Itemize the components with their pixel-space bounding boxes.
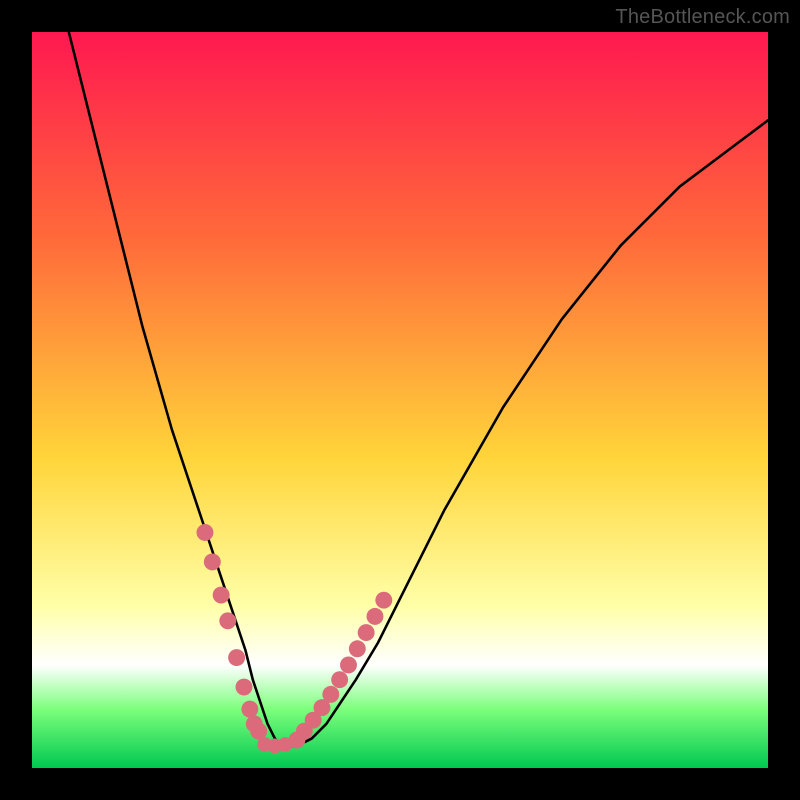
data-point: [228, 649, 245, 666]
data-point: [340, 656, 357, 673]
data-point: [349, 640, 366, 657]
data-point: [375, 592, 392, 609]
data-point: [213, 587, 230, 604]
chart-stage: TheBottleneck.com: [0, 0, 800, 800]
bottleneck-curve: [32, 32, 768, 768]
data-point: [331, 671, 348, 688]
watermark-text: TheBottleneck.com: [615, 6, 790, 29]
plot-area: [32, 32, 768, 768]
data-point: [322, 686, 339, 703]
data-point: [204, 553, 221, 570]
data-point: [367, 608, 384, 625]
data-point: [196, 524, 213, 541]
data-point: [219, 612, 236, 629]
data-point: [358, 624, 375, 641]
data-point: [241, 701, 258, 718]
data-point: [236, 679, 253, 696]
